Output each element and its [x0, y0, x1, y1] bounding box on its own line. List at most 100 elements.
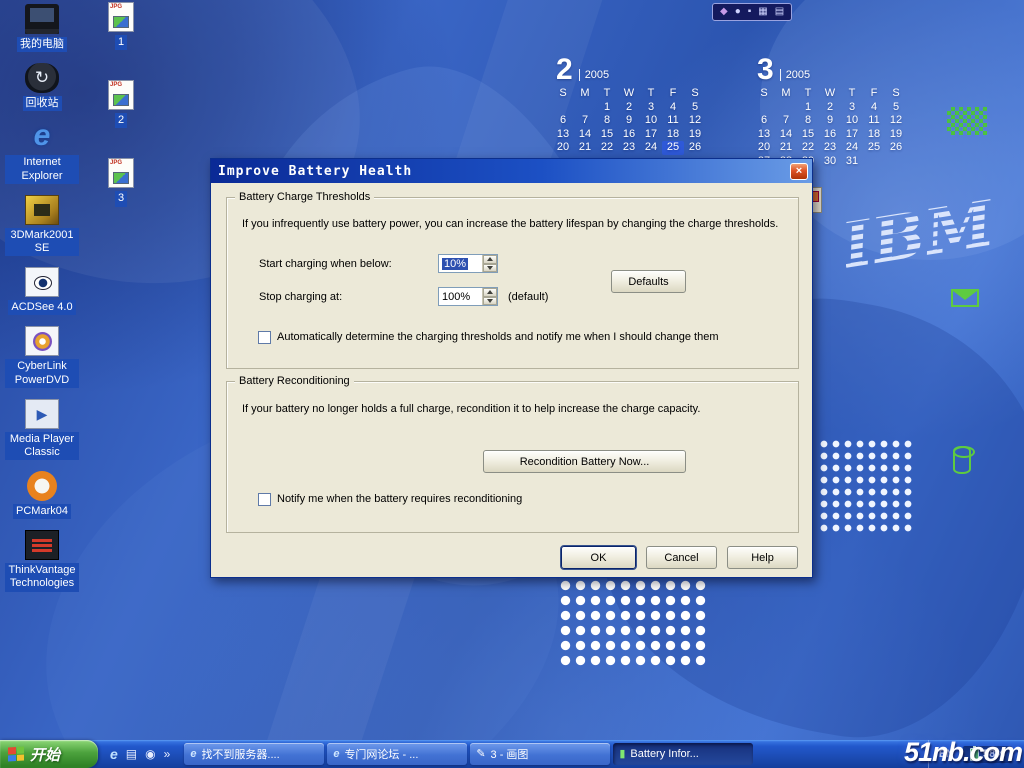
desktop-icon-recycle-bin[interactable]: 回收站	[23, 63, 62, 111]
database-icon	[953, 446, 971, 474]
display-icon[interactable]: ▦	[758, 7, 767, 17]
start-threshold-spinner[interactable]: 10%	[438, 254, 498, 273]
calendar-day: 18	[662, 128, 684, 142]
stop-threshold-value[interactable]: 100%	[439, 288, 482, 305]
jpg-thumbnail	[113, 172, 129, 184]
calendar-day: 12	[684, 114, 706, 128]
desktop-icon-powerdvd[interactable]: CyberLink PowerDVD	[5, 326, 79, 387]
recondition-battery-button[interactable]: Recondition Battery Now...	[483, 450, 686, 473]
desktop-icon-my-computer[interactable]: 我的电脑	[17, 4, 67, 52]
powerdvd-icon	[25, 326, 59, 356]
keyboard-icon[interactable]: ▤	[775, 7, 784, 17]
notify-reconditioning-checkbox[interactable]	[258, 493, 271, 506]
task-ie2[interactable]: e专门网论坛 - ...	[327, 743, 467, 765]
overflow-chevron[interactable]: »	[164, 747, 171, 761]
calendar-day: 21	[775, 141, 797, 155]
desktop-file-2[interactable]: JPG2	[104, 80, 138, 128]
jpg-thumbnail	[113, 94, 129, 106]
volume-icon[interactable]: ●	[735, 7, 741, 17]
task-label: 找不到服务器....	[201, 746, 279, 762]
calendar-day: 3	[640, 101, 662, 115]
internet-explorer-icon[interactable]: e	[110, 746, 118, 762]
jpg-file-icon: JPG	[108, 2, 134, 32]
calendar-day: 6	[552, 114, 574, 128]
auto-determine-label: Automatically determine the charging thr…	[277, 331, 718, 343]
start-threshold-value[interactable]: 10%	[439, 255, 482, 272]
calendar-day: 10	[640, 114, 662, 128]
desktop-icon-acdsee[interactable]: ACDSee 4.0	[8, 267, 75, 315]
windows-logo-icon	[8, 746, 24, 761]
taskbar: 开始 e ▤ ◉ » e 找不到服务器.... e专门网论坛 - ... ✎ 3 - 画图 ▮B…	[0, 740, 1024, 768]
battery-reconditioning-group-title: Battery Reconditioning	[235, 375, 354, 387]
auto-determine-checkbox[interactable]	[258, 331, 271, 344]
desktop-icon-label: Internet Explorer	[5, 155, 79, 183]
spin-down-icon[interactable]	[483, 297, 497, 306]
task-ie[interactable]: e 找不到服务器....	[184, 743, 324, 765]
start-charging-label: Start charging when below:	[259, 258, 392, 270]
spin-up-icon[interactable]	[483, 288, 497, 297]
presentation-icon[interactable]: ◆	[720, 7, 728, 17]
calendar-day: 2	[618, 101, 640, 115]
calendar-day: 11	[863, 114, 885, 128]
help-button[interactable]: Help	[727, 546, 798, 569]
calendar-day: 4	[662, 101, 684, 115]
calendar-day: 3	[841, 101, 863, 115]
desktop-icon-label: ACDSee 4.0	[8, 300, 75, 315]
calendar-month-number: 3	[757, 56, 774, 85]
calendar-day: 20	[753, 141, 775, 155]
calendar-day: 15	[797, 128, 819, 142]
day-of-week-header: S	[684, 87, 706, 101]
calendar-day: 11	[662, 114, 684, 128]
desktop-icon-internet-explorer[interactable]: Internet Explorer	[5, 122, 79, 183]
calendar-day: 31	[841, 155, 863, 169]
task-paint[interactable]: ✎ 3 - 画图	[470, 743, 610, 765]
acdsee-icon	[25, 267, 59, 297]
spinner-arrows	[482, 255, 497, 272]
show-desktop-icon[interactable]: ▤	[126, 747, 137, 761]
desktop-file-label: 1	[115, 35, 127, 50]
day-of-week-header: S	[552, 87, 574, 101]
dot-pattern	[818, 438, 915, 535]
power-icon[interactable]: ▪	[748, 7, 752, 17]
day-of-week-header: M	[775, 87, 797, 101]
calendar-day: 24	[841, 141, 863, 155]
ok-button[interactable]: OK	[561, 546, 636, 569]
task-paint-icon: ✎	[476, 749, 485, 760]
stop-threshold-spinner[interactable]: 100%	[438, 287, 498, 306]
calendar-day: 24	[640, 141, 662, 155]
desktop-icon-pcmark[interactable]: PCMark04	[13, 471, 71, 519]
calendar-day: 30	[819, 155, 841, 169]
desktop-icon-media-player-classic[interactable]: Media Player Classic	[5, 399, 79, 460]
calendar-day: 23	[618, 141, 640, 155]
internet-explorer-icon	[25, 122, 59, 152]
stop-charging-label: Stop charging at:	[259, 291, 342, 303]
start-button[interactable]: 开始	[0, 740, 98, 768]
recycle-bin-icon	[25, 63, 59, 93]
desktop-file-3[interactable]: JPG3	[104, 158, 138, 206]
task-ie-icon: e	[190, 749, 196, 760]
task-label: Battery Infor...	[630, 748, 698, 760]
desktop-file-1[interactable]: JPG 1	[104, 2, 138, 50]
default-note: (default)	[508, 291, 548, 303]
dialog-title-bar[interactable]: Improve Battery Health ×	[211, 159, 812, 183]
mail-icon	[951, 289, 979, 307]
calendar-day	[552, 101, 574, 115]
task-battery[interactable]: ▮Battery Infor...	[613, 743, 753, 765]
cancel-button[interactable]: Cancel	[646, 546, 717, 569]
calendar-day: 14	[775, 128, 797, 142]
close-icon[interactable]: ×	[790, 163, 808, 180]
desktop-icon-thinkvantage[interactable]: ThinkVantage Technologies	[5, 530, 79, 591]
spin-down-icon[interactable]	[483, 264, 497, 273]
defaults-button[interactable]: Defaults	[611, 270, 686, 293]
desktop-icon-column: 我的电脑回收站 Internet Explorer 3DMark2001 SE ACD…	[4, 4, 80, 592]
calendar-day: 10	[841, 114, 863, 128]
calendar-day	[574, 101, 596, 115]
calendar-day: 2	[819, 101, 841, 115]
task-label: 3 - 画图	[491, 746, 529, 762]
spin-up-icon[interactable]	[483, 255, 497, 264]
charge-thresholds-group-title: Battery Charge Thresholds	[235, 191, 374, 203]
jpg-badge: JPG	[110, 160, 122, 166]
calendar-day: 19	[885, 128, 907, 142]
media-player-icon[interactable]: ◉	[145, 747, 155, 761]
desktop-icon-3dmark[interactable]: 3DMark2001 SE	[5, 195, 79, 256]
